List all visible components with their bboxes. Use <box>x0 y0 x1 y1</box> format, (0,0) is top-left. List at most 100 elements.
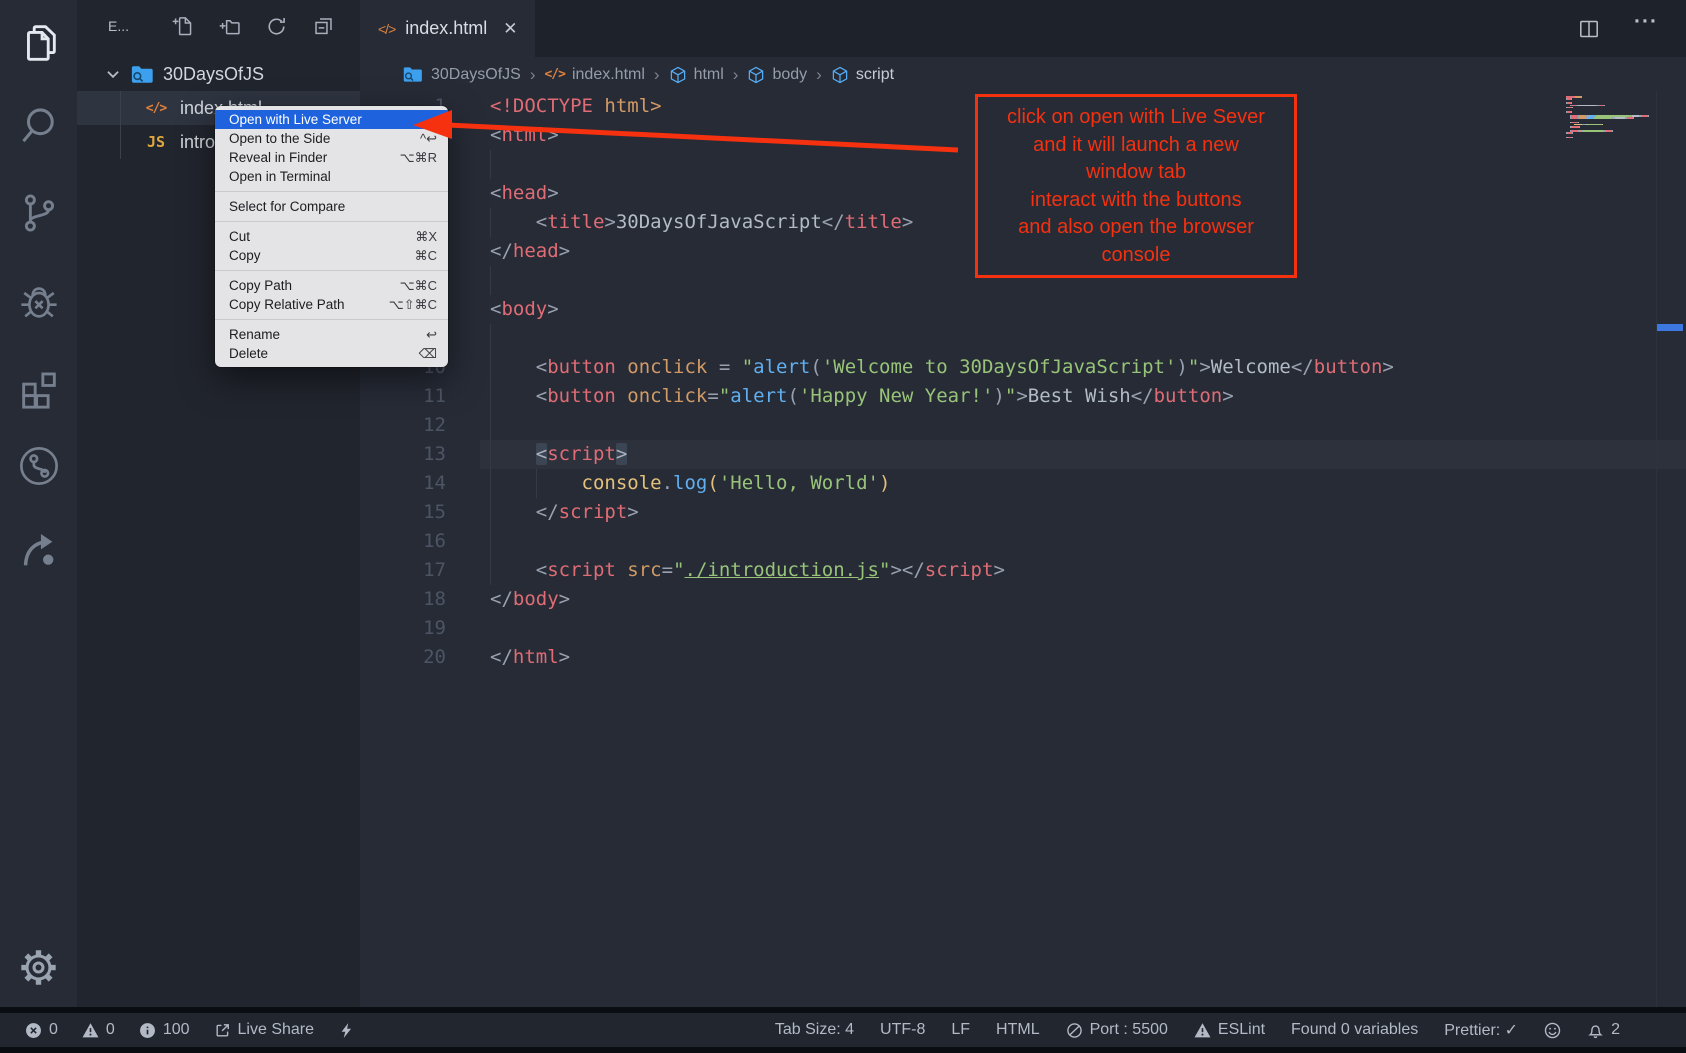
feedback-smiley[interactable] <box>1544 1022 1561 1039</box>
eslint-status[interactable]: ESLint <box>1194 1021 1265 1039</box>
refresh-explorer-icon[interactable] <box>265 15 288 38</box>
menu-item-label: Open with Live Server <box>229 112 362 127</box>
indent-guide <box>490 150 491 179</box>
end-of-line[interactable]: LF <box>951 1021 970 1039</box>
breadcrumb-item-html[interactable]: html <box>669 66 724 84</box>
code-line-20[interactable]: 20</html> <box>360 643 1686 672</box>
line-number: 13 <box>360 440 446 469</box>
code-line-11[interactable]: 11 <button onclick="alert('Happy New Yea… <box>360 382 1686 411</box>
run-debug-icon <box>16 279 62 325</box>
menu-item-shortcut: ⌥⌘R <box>400 150 437 166</box>
menu-item-label: Open in Terminal <box>229 169 331 184</box>
activity-explorer-button[interactable] <box>0 17 77 69</box>
notifications[interactable]: 2 <box>1587 1021 1620 1039</box>
activity-search-button[interactable] <box>0 101 77 153</box>
settings-icon <box>17 946 60 989</box>
line-content: <script src="./introduction.js"></script… <box>480 556 1686 585</box>
line-number: 16 <box>360 527 446 556</box>
menu-item-cut[interactable]: Cut⌘X <box>215 227 448 246</box>
breadcrumb-item-script[interactable]: script <box>831 66 894 84</box>
collapse-folders-icon[interactable] <box>312 15 335 38</box>
menu-item-open-in-terminal[interactable]: Open in Terminal <box>215 167 448 186</box>
menu-item-label: Copy Path <box>229 278 292 293</box>
tree-row-root-folder[interactable]: 30DaysOfJS <box>77 57 360 91</box>
activity-gitlens-button[interactable] <box>0 440 77 492</box>
annotation-text-line: console <box>978 242 1294 270</box>
breadcrumb-separator: › <box>816 65 822 85</box>
code-line-15[interactable]: 15 </script> <box>360 498 1686 527</box>
tab-close-icon[interactable]: ✕ <box>503 19 517 39</box>
code-line-9[interactable]: 9 <box>360 324 1686 353</box>
code-line-10[interactable]: 10 <button onclick = "alert('Welcome to … <box>360 353 1686 382</box>
menu-separator <box>215 319 448 320</box>
menu-item-copy[interactable]: Copy⌘C <box>215 246 448 265</box>
new-file-icon[interactable] <box>171 15 194 38</box>
menu-item-copy-relative-path[interactable]: Copy Relative Path⌥⇧⌘C <box>215 295 448 314</box>
line-content <box>480 324 1686 353</box>
language-mode-label: HTML <box>996 1021 1040 1039</box>
problems-warnings[interactable]: 0 <box>82 1021 115 1039</box>
code-line-13[interactable]: 13 <script> <box>360 440 1686 469</box>
activity-live-share-button[interactable] <box>0 523 77 575</box>
menu-item-reveal-in-finder[interactable]: Reveal in Finder⌥⌘R <box>215 148 448 167</box>
menu-item-open-with-live-server[interactable]: Open with Live Server <box>215 110 448 129</box>
code-line-8[interactable]: 8<body> <box>360 295 1686 324</box>
tab-index-html[interactable]: </> index.html ✕ <box>360 0 535 57</box>
annotation-text-line: window tab <box>978 159 1294 187</box>
line-content: <body> <box>480 295 1686 324</box>
breadcrumb-item-index.html[interactable]: </>index.html <box>544 66 644 84</box>
search-icon <box>16 104 62 150</box>
code-line-18[interactable]: 18</body> <box>360 585 1686 614</box>
symbol-cube-icon <box>831 66 849 84</box>
menu-separator <box>215 270 448 271</box>
code-line-14[interactable]: 14 console.log('Hello, World') <box>360 469 1686 498</box>
error-icon <box>25 1022 42 1039</box>
code-line-17[interactable]: 17 <script src="./introduction.js"></scr… <box>360 556 1686 585</box>
menu-item-copy-path[interactable]: Copy Path⌥⌘C <box>215 276 448 295</box>
vscode-window: E... 30DaysOfJS</>index.htmlJSintroducti… <box>0 0 1686 1053</box>
breadcrumb-label: 30DaysOfJS <box>431 66 521 84</box>
prettier-status[interactable]: Prettier: ✓ <box>1444 1020 1518 1040</box>
activity-settings-button[interactable] <box>0 941 77 993</box>
live-server-port[interactable]: Port : 5500 <box>1066 1021 1168 1039</box>
live-server-port-label: Port : 5500 <box>1090 1021 1168 1039</box>
breadcrumb-item-30DaysOfJS[interactable]: 30DaysOfJS <box>403 66 521 84</box>
problems-errors[interactable]: 0 <box>25 1021 58 1039</box>
breadcrumb-separator: › <box>654 65 660 85</box>
split-editor-icon[interactable] <box>1577 17 1601 41</box>
tree-indent-guide <box>120 91 121 159</box>
line-content: </body> <box>480 585 1686 614</box>
code-line-16[interactable]: 16 <box>360 527 1686 556</box>
overview-ruler-marker <box>1657 324 1683 331</box>
variables-found[interactable]: Found 0 variables <box>1291 1021 1418 1039</box>
live-server-bolt[interactable] <box>338 1022 355 1039</box>
minimap[interactable] <box>1566 96 1654 139</box>
encoding[interactable]: UTF-8 <box>880 1021 925 1039</box>
extensions-icon <box>16 364 62 410</box>
tab-size-label: Tab Size: 4 <box>775 1021 854 1039</box>
menu-item-label: Open to the Side <box>229 131 330 146</box>
live-share-status-label: Live Share <box>238 1021 315 1039</box>
info-count[interactable]: 100 <box>139 1021 190 1039</box>
menu-item-label: Select for Compare <box>229 199 345 214</box>
line-content <box>480 527 1686 556</box>
breadcrumb-item-body[interactable]: body <box>747 66 807 84</box>
language-mode[interactable]: HTML <box>996 1021 1040 1039</box>
activity-source-control-button[interactable] <box>0 187 77 239</box>
menu-item-delete[interactable]: Delete⌫ <box>215 344 448 363</box>
indent-guide <box>490 527 491 556</box>
tab-size[interactable]: Tab Size: 4 <box>775 1021 854 1039</box>
code-line-19[interactable]: 19 <box>360 614 1686 643</box>
more-actions-icon[interactable]: ··· <box>1634 17 1658 41</box>
new-folder-icon[interactable] <box>218 15 241 38</box>
menu-item-rename[interactable]: Rename↩ <box>215 325 448 344</box>
menu-item-select-for-compare[interactable]: Select for Compare <box>215 197 448 216</box>
encoding-label: UTF-8 <box>880 1021 925 1039</box>
menu-item-open-to-the-side[interactable]: Open to the Side^↩ <box>215 129 448 148</box>
explorer-header: E... <box>77 8 360 44</box>
activity-extensions-button[interactable] <box>0 361 77 413</box>
line-number: 17 <box>360 556 446 585</box>
code-line-12[interactable]: 12 <box>360 411 1686 440</box>
activity-run-debug-button[interactable] <box>0 276 77 328</box>
live-share-status[interactable]: Live Share <box>214 1021 315 1039</box>
